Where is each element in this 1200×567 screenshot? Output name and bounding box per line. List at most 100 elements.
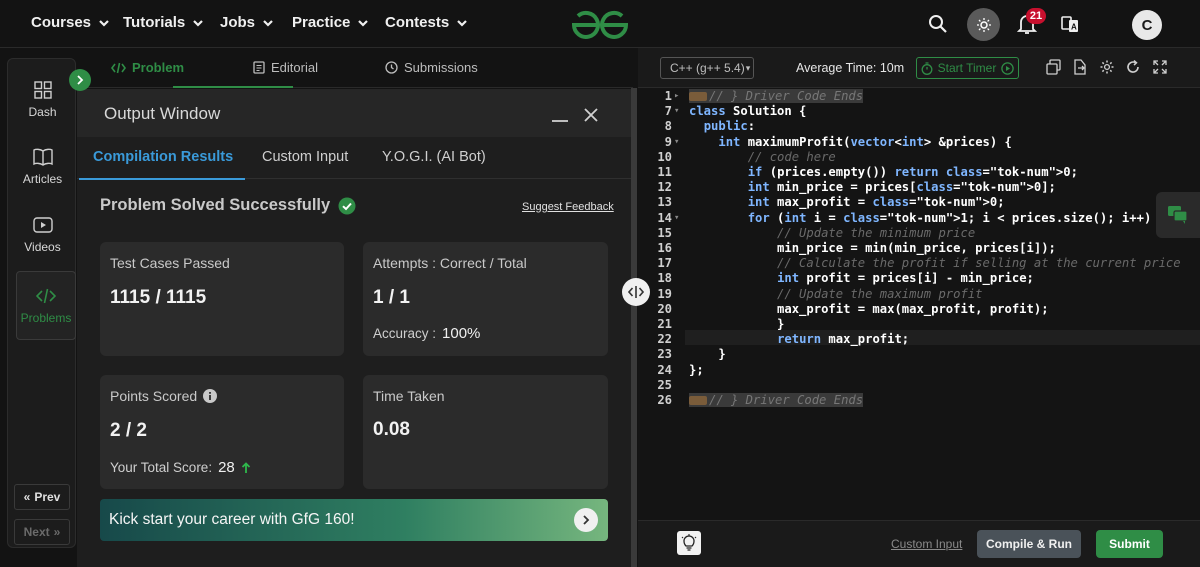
tab-yogi-ai-bot[interactable]: Y.O.G.I. (AI Bot) [382, 149, 486, 165]
prev-button[interactable]: « Prev [14, 484, 70, 510]
close-icon[interactable] [583, 107, 599, 123]
start-timer-button[interactable]: Start Timer [916, 57, 1019, 79]
nav-contests[interactable]: Contests [385, 14, 469, 31]
chevron-down-icon [263, 19, 273, 27]
theme-toggle-button[interactable] [967, 8, 1000, 41]
code-line[interactable]: 21 } [638, 317, 1200, 332]
code-line[interactable]: 1 ▸ // } Driver Code Ends [638, 89, 1200, 104]
suggest-feedback-link[interactable]: Suggest Feedback [522, 201, 614, 213]
rail-item-videos-label: Videos [24, 240, 61, 254]
compile-run-button[interactable]: Compile & Run [977, 530, 1081, 558]
code-text: int min_price = prices[class="tok-num">0… [747, 180, 1056, 195]
points-value: 2 / 2 [110, 420, 147, 441]
folded-code-marker[interactable] [689, 92, 707, 101]
folded-code-marker[interactable] [689, 396, 707, 405]
copy-icon[interactable] [1046, 59, 1062, 75]
splitter-handle[interactable] [622, 278, 650, 306]
fold-toggle-icon[interactable]: ▾ [674, 104, 684, 119]
rail-item-dash-label: Dash [28, 105, 57, 119]
time-value: 0.08 [373, 419, 410, 440]
time-card: Time Taken 0.08 [363, 375, 608, 489]
tab-problem[interactable]: Problem [111, 60, 184, 75]
code-line[interactable]: 18 int profit = prices[i] - min_price; [638, 271, 1200, 286]
code-text: // Update the maximum profit [689, 286, 983, 301]
code-line[interactable]: 26 // } Driver Code Ends [638, 393, 1200, 408]
avatar[interactable]: C [1132, 10, 1162, 40]
total-score-row: Your Total Score: 28 [110, 459, 251, 476]
fullscreen-icon[interactable] [1152, 59, 1168, 75]
custom-input-link[interactable]: Custom Input [891, 537, 962, 551]
code-line[interactable]: 7 ▾ class Solution { [638, 104, 1200, 119]
search-icon[interactable] [924, 10, 952, 38]
code-line[interactable]: 13 int max_profit = class="tok-num">0; [638, 195, 1200, 210]
accuracy-row: Accuracy : 100% [373, 325, 480, 342]
tab-custom-input[interactable]: Custom Input [262, 149, 348, 165]
lightbulb-icon[interactable] [677, 531, 701, 555]
nav-tutorials[interactable]: Tutorials [123, 14, 205, 31]
refresh-icon[interactable] [1125, 59, 1141, 75]
attempts-label: Attempts : Correct / Total [373, 255, 527, 271]
notification-badge: 21 [1026, 8, 1046, 24]
code-line[interactable]: 23 } [638, 347, 1200, 362]
fold-toggle-icon[interactable]: ▸ [674, 89, 684, 104]
gfg-logo[interactable] [570, 9, 630, 41]
nav-jobs-label: Jobs [220, 14, 256, 31]
submit-button[interactable]: Submit [1096, 530, 1163, 558]
code-text: // code here [689, 149, 836, 164]
code-text: int profit = prices[i] - min_price; [777, 271, 1034, 286]
rail-item-articles[interactable]: Articles [8, 136, 77, 198]
code-line[interactable]: 25 [638, 378, 1200, 393]
export-icon[interactable] [1072, 59, 1088, 75]
language-select[interactable]: C++ (g++ 5.4) ▾ [660, 57, 754, 79]
code-text: // Update the minimum price [689, 225, 976, 240]
code-line[interactable]: 19 // Update the maximum profit [638, 287, 1200, 302]
code-line[interactable]: 14 ▾ for (int i = class="tok-num">1; i < … [638, 211, 1200, 226]
code-line[interactable]: 12 int min_price = prices[class="tok-num… [638, 180, 1200, 195]
line-number: 12 [657, 180, 672, 195]
code-line[interactable]: 16 min_price = min(min_price, prices[i])… [638, 241, 1200, 256]
fold-toggle-icon[interactable]: ▾ [674, 135, 684, 150]
arrow-up-icon [241, 461, 250, 473]
line-number: 15 [657, 225, 672, 240]
tab-compilation-results[interactable]: Compilation Results [93, 149, 233, 165]
check-circle-icon [338, 197, 356, 214]
chat-button[interactable] [1156, 192, 1200, 238]
next-button[interactable]: Next » [14, 519, 70, 545]
code-line[interactable]: 11 if (prices.empty()) return class="tok… [638, 165, 1200, 180]
tab-editorial[interactable]: Editorial [253, 60, 318, 75]
code-line[interactable]: 15 // Update the minimum price [638, 226, 1200, 241]
clock-icon [385, 61, 398, 74]
gear-icon[interactable] [1099, 59, 1115, 75]
code-line[interactable]: 9 ▾ int maximumProfit(vector<int> &prices… [638, 135, 1200, 150]
code-line[interactable]: 20 max_profit = max(max_profit, profit); [638, 302, 1200, 317]
info-icon[interactable] [203, 389, 218, 403]
rail-item-dash[interactable]: Dash [8, 69, 77, 131]
nav-practice[interactable]: Practice [292, 14, 370, 31]
code-text: min_price = min(min_price, prices[i]); [689, 241, 1056, 255]
banner-go-button[interactable] [574, 508, 598, 532]
code-line[interactable]: 17 // Calculate the profit if selling at… [638, 256, 1200, 271]
gfg160-banner[interactable]: Kick start your career with GfG 160! [100, 499, 608, 541]
line-number: 8 [664, 119, 672, 134]
left-rail: Dash Articles Videos Problems « Prev Nex… [7, 58, 76, 548]
translate-icon[interactable]: A [1056, 10, 1084, 38]
code-editor[interactable]: 1 ▸// } Driver Code Ends 7 ▾ class Solution … [638, 88, 1200, 520]
line-number: 23 [657, 347, 672, 362]
tab-submissions[interactable]: Submissions [385, 60, 478, 75]
test-cases-label: Test Cases Passed [110, 255, 230, 271]
nav-jobs[interactable]: Jobs [220, 14, 275, 31]
minimize-icon[interactable] [551, 109, 569, 123]
collapse-rail-button[interactable] [69, 69, 91, 91]
code-line[interactable]: 24}; [638, 363, 1200, 378]
code-line[interactable]: 10 // code here [638, 150, 1200, 165]
code-text: // } Driver Code Ends [689, 393, 864, 408]
nav-courses[interactable]: Courses [31, 14, 111, 31]
test-cases-card: Test Cases Passed 1115 / 1115 [100, 242, 344, 356]
fold-toggle-icon[interactable]: ▾ [674, 211, 684, 226]
rail-item-problems[interactable]: Problems [16, 271, 76, 340]
code-line[interactable]: 8 public: [638, 119, 1200, 134]
code-line[interactable]: 22 return max_profit; [638, 332, 1200, 347]
line-number: 1 [664, 89, 672, 103]
rail-item-videos[interactable]: Videos [8, 204, 77, 266]
pane-splitter[interactable] [631, 88, 637, 567]
